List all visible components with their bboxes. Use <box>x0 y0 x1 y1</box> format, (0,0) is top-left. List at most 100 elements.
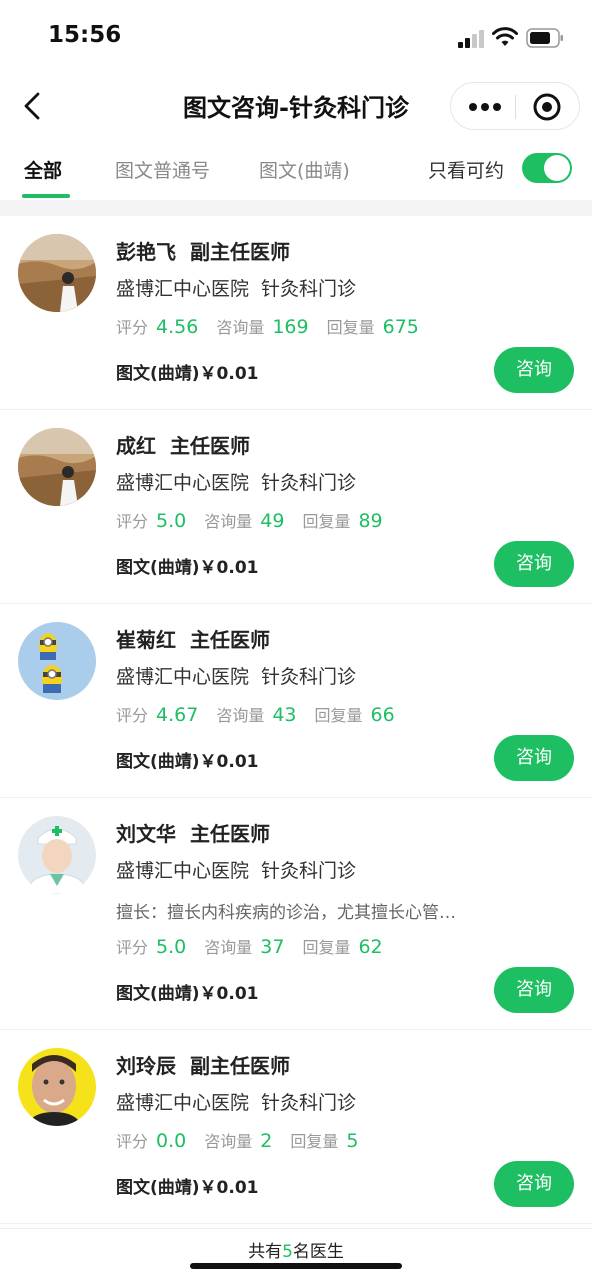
consults-value: 169 <box>272 316 309 338</box>
replies-label: 回复量 <box>326 318 375 337</box>
consults-label: 咨询量 <box>204 512 253 531</box>
rating-value: 5.0 <box>156 510 187 532</box>
nav-bar: 图文咨询-针灸科门诊 <box>0 74 592 138</box>
rating-label: 评分 <box>116 318 149 337</box>
consults-value: 49 <box>260 510 285 532</box>
rating-label: 评分 <box>116 1132 149 1151</box>
doctor-name-line: 刘文华 主任医师 <box>116 818 270 847</box>
toggle-knob <box>544 155 570 181</box>
consult-button[interactable]: 咨询 <box>494 735 574 781</box>
rating-value: 5.0 <box>156 936 187 958</box>
rating-label: 评分 <box>116 938 149 957</box>
doctor-name-line: 崔菊红 主任医师 <box>116 624 270 653</box>
close-target-icon[interactable] <box>531 91 563 123</box>
doctor-stats: 评分 5.0 咨询量 49 回复量 89 <box>116 508 401 532</box>
available-only-label: 只看可约 <box>428 160 505 182</box>
doctor-card[interactable]: 彭艳飞 副主任医师 盛博汇中心医院 针灸科门诊 评分 4.56 咨询量 169 回复量 675… <box>0 216 592 410</box>
doctor-stats: 评分 4.56 咨询量 169 回复量 675 <box>116 314 437 338</box>
status-time: 15:56 <box>48 22 122 48</box>
doctor-title: 主任医师 <box>190 628 270 652</box>
doctor-stats: 评分 4.67 咨询量 43 回复量 66 <box>116 702 413 726</box>
doctor-card[interactable]: 成红 主任医师 盛博汇中心医院 针灸科门诊 评分 5.0 咨询量 49 回复量 89 图文(曲… <box>0 410 592 604</box>
service-price: 图文(曲靖)￥0.01 <box>116 1178 259 1198</box>
active-tab-indicator <box>22 194 70 198</box>
doctor-avatar <box>18 1048 96 1126</box>
doctor-card[interactable]: 刘玲辰 副主任医师 盛博汇中心医院 针灸科门诊 评分 0.0 咨询量 2 回复量 5 图文(曲… <box>0 1030 592 1224</box>
replies-label: 回复量 <box>314 706 363 725</box>
footer: 共有5名医生 <box>0 1228 592 1280</box>
doctor-name: 成红 <box>116 434 156 458</box>
home-indicator[interactable] <box>190 1263 402 1269</box>
replies-label: 回复量 <box>290 1132 339 1151</box>
hospital-name: 盛博汇中心医院 <box>116 666 250 688</box>
consult-button[interactable]: 咨询 <box>494 967 574 1013</box>
doctor-avatar <box>18 234 96 312</box>
battery-icon <box>526 28 563 48</box>
replies-value: 62 <box>358 936 383 958</box>
consults-value: 37 <box>260 936 285 958</box>
tab-bar: 全部 图文普通号 图文(曲靖) 只看可约 <box>0 138 592 200</box>
doctor-name: 刘文华 <box>116 822 176 846</box>
doctor-count-summary: 共有5名医生 <box>0 1237 592 1262</box>
department-name: 针灸科门诊 <box>261 1092 357 1114</box>
capsule-divider <box>515 95 516 119</box>
doctor-avatar <box>18 816 96 894</box>
consults-value: 2 <box>260 1130 273 1152</box>
consults-label: 咨询量 <box>216 318 265 337</box>
mini-program-capsule <box>450 82 580 130</box>
doctor-specialty: 擅长：擅长内科疾病的诊治，尤其擅长心管… <box>116 903 456 923</box>
available-only-toggle[interactable] <box>522 153 572 183</box>
hospital-line: 盛博汇中心医院 针灸科门诊 <box>116 468 356 495</box>
doctor-card[interactable]: 崔菊红 主任医师 盛博汇中心医院 针灸科门诊 评分 4.67 咨询量 43 回复量 66 图文… <box>0 604 592 798</box>
service-price: 图文(曲靖)￥0.01 <box>116 752 259 772</box>
replies-label: 回复量 <box>302 938 351 957</box>
doctor-name: 崔菊红 <box>116 628 176 652</box>
section-divider <box>0 200 592 216</box>
doctor-card[interactable]: 刘文华 主任医师 盛博汇中心医院 针灸科门诊 擅长：擅长内科疾病的诊治，尤其擅长心管… <box>0 798 592 1030</box>
count-suffix: 名医生 <box>292 1242 344 1262</box>
hospital-line: 盛博汇中心医院 针灸科门诊 <box>116 1088 356 1115</box>
cellular-signal-icon <box>458 28 486 48</box>
department-name: 针灸科门诊 <box>261 472 357 494</box>
hospital-name: 盛博汇中心医院 <box>116 278 250 300</box>
tab-text-regular[interactable]: 图文普通号 <box>115 156 210 183</box>
service-price: 图文(曲靖)￥0.01 <box>116 984 259 1004</box>
replies-value: 5 <box>346 1130 359 1152</box>
doctor-list: 彭艳飞 副主任医师 盛博汇中心医院 针灸科门诊 评分 4.56 咨询量 169 回复量 675… <box>0 216 592 1224</box>
doctor-count: 5 <box>282 1242 293 1262</box>
consults-label: 咨询量 <box>216 706 265 725</box>
replies-value: 66 <box>370 704 395 726</box>
doctor-stats: 评分 0.0 咨询量 2 回复量 5 <box>116 1128 376 1152</box>
doctor-name: 刘玲辰 <box>116 1054 176 1078</box>
more-dots-icon[interactable] <box>463 93 507 121</box>
rating-value: 4.56 <box>156 316 199 338</box>
doctor-stats: 评分 5.0 咨询量 37 回复量 62 <box>116 934 401 958</box>
doctor-avatar <box>18 428 96 506</box>
rating-value: 0.0 <box>156 1130 187 1152</box>
doctor-name-line: 彭艳飞 副主任医师 <box>116 236 290 265</box>
doctor-title: 主任医师 <box>170 434 250 458</box>
consult-button[interactable]: 咨询 <box>494 541 574 587</box>
hospital-line: 盛博汇中心医院 针灸科门诊 <box>116 662 356 689</box>
hospital-name: 盛博汇中心医院 <box>116 472 250 494</box>
hospital-name: 盛博汇中心医院 <box>116 1092 250 1114</box>
doctor-title: 副主任医师 <box>190 1054 290 1078</box>
consults-label: 咨询量 <box>204 1132 253 1151</box>
department-name: 针灸科门诊 <box>261 666 357 688</box>
replies-value: 89 <box>358 510 383 532</box>
consults-value: 43 <box>272 704 297 726</box>
doctor-avatar <box>18 622 96 700</box>
tab-all[interactable]: 全部 <box>24 156 62 183</box>
department-name: 针灸科门诊 <box>261 860 357 882</box>
tab-text-qujing[interactable]: 图文(曲靖) <box>259 156 350 183</box>
hospital-name: 盛博汇中心医院 <box>116 860 250 882</box>
consult-button[interactable]: 咨询 <box>494 347 574 393</box>
service-price: 图文(曲靖)￥0.01 <box>116 364 259 384</box>
count-prefix: 共有 <box>248 1242 283 1262</box>
hospital-line: 盛博汇中心医院 针灸科门诊 <box>116 856 356 883</box>
service-price: 图文(曲靖)￥0.01 <box>116 558 259 578</box>
consult-button[interactable]: 咨询 <box>494 1161 574 1207</box>
doctor-title: 副主任医师 <box>190 240 290 264</box>
department-name: 针灸科门诊 <box>261 278 357 300</box>
rating-value: 4.67 <box>156 704 199 726</box>
